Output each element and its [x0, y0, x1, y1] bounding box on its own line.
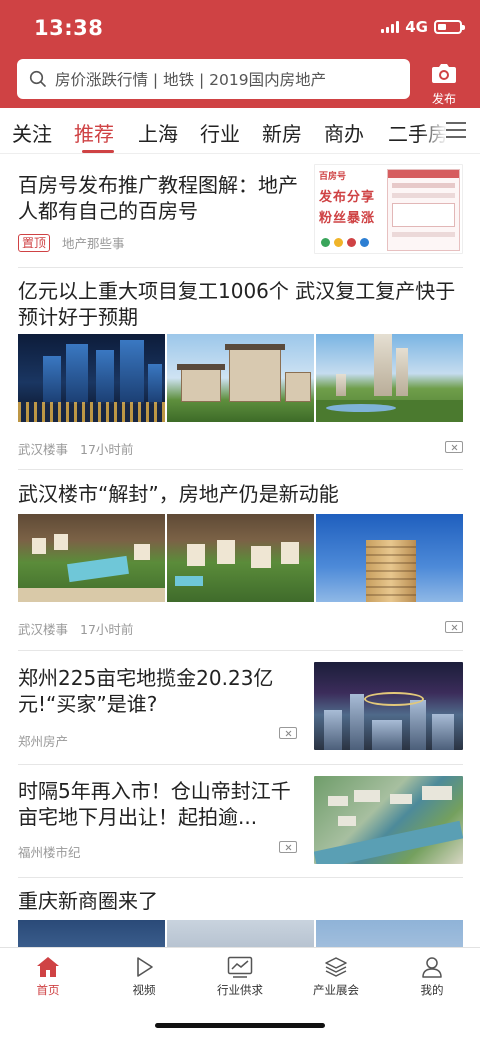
article-thumbnail[interactable] — [314, 776, 463, 864]
camera-icon — [432, 64, 456, 83]
battery-icon — [434, 20, 465, 34]
nav-profile[interactable]: 我的 — [384, 948, 480, 1003]
divider — [18, 267, 463, 268]
article-meta: 郑州房产 — [18, 731, 298, 750]
divider — [18, 764, 463, 765]
article-title: 时隔5年再入市！仓山帝封江千亩宅地下月出让！起拍逾... — [18, 779, 291, 829]
nav-supply-demand[interactable]: 行业供求 — [192, 948, 288, 1003]
image-gallery[interactable] — [18, 514, 463, 602]
promo-logo: 百房号 — [319, 172, 347, 182]
dismiss-icon[interactable] — [279, 727, 297, 739]
article-source: 武汉楼事 — [18, 442, 69, 457]
article-title: 郑州225亩宅地揽金20.23亿元!“买家”是谁? — [18, 666, 274, 716]
signal-icon — [381, 21, 400, 33]
article-thumbnail[interactable]: 百房号 发布分享 粉丝暴涨 — [314, 164, 463, 254]
user-icon — [422, 957, 442, 978]
tab-recommend[interactable]: 推荐 — [74, 118, 114, 147]
network-type: 4G — [405, 18, 428, 36]
app-header: 13:38 4G 房价涨跌行情 | 地铁 | 2019国内房地产 发布 — [0, 0, 480, 108]
play-icon — [137, 957, 153, 977]
dismiss-icon[interactable] — [279, 841, 297, 853]
article-source: 地产那些事 — [62, 236, 125, 251]
dismiss-icon[interactable] — [445, 621, 463, 633]
article-image — [18, 334, 165, 422]
nav-label: 行业供求 — [217, 983, 263, 997]
list-item[interactable]: 武汉楼市“解封”，房地产仍是新动能 — [18, 481, 463, 507]
article-image — [18, 514, 165, 602]
article-thumbnail[interactable] — [314, 662, 463, 750]
image-gallery[interactable] — [18, 920, 463, 947]
article-image — [316, 334, 463, 422]
active-tab-indicator — [82, 150, 114, 153]
article-time: 17小时前 — [80, 442, 134, 457]
article-meta: 武汉楼事 17小时前 — [18, 619, 133, 638]
search-placeholder: 房价涨跌行情 | 地铁 | 2019国内房地产 — [55, 71, 327, 89]
nav-label: 我的 — [420, 983, 444, 997]
nav-label: 产业展会 — [313, 983, 359, 997]
nav-label: 首页 — [36, 983, 60, 997]
status-time: 13:38 — [34, 16, 104, 40]
publish-label: 发布 — [431, 92, 456, 106]
list-item[interactable]: 时隔5年再入市！仓山帝封江千亩宅地下月出让！起拍逾... 福州楼市纪 — [18, 778, 298, 861]
article-image — [167, 514, 314, 602]
home-indicator — [155, 1023, 325, 1028]
divider — [18, 877, 463, 878]
article-meta: 武汉楼事 17小时前 — [18, 439, 133, 458]
list-item[interactable]: 亿元以上重大项目复工1006个 武汉复工复产快于预计好于预期 — [18, 278, 463, 330]
promo-headline-1: 发布分享 — [319, 190, 376, 205]
nav-expo[interactable]: 产业展会 — [288, 948, 384, 1003]
article-source: 武汉楼事 — [18, 622, 69, 637]
divider — [18, 469, 463, 470]
divider — [18, 650, 463, 651]
nav-video[interactable]: 视频 — [96, 948, 192, 1003]
article-title: 重庆新商圈来了 — [18, 889, 158, 913]
nav-label: 视频 — [132, 983, 156, 997]
article-image — [316, 920, 463, 947]
article-meta: 置顶 地产那些事 — [18, 233, 298, 252]
image-gallery[interactable] — [18, 334, 463, 422]
promo-headline-2: 粉丝暴涨 — [319, 211, 376, 226]
article-title: 百房号发布推广教程图解：地产人都有自己的百房号 — [18, 173, 298, 223]
tab-industry[interactable]: 行业 — [200, 118, 240, 147]
home-icon — [37, 957, 59, 977]
layers-icon — [325, 957, 347, 977]
article-meta: 福州楼市纪 — [18, 842, 298, 861]
tab-commercial[interactable]: 商办 — [324, 118, 364, 147]
article-time: 17小时前 — [80, 622, 134, 637]
status-indicators: 4G — [381, 18, 465, 36]
article-image — [18, 920, 165, 947]
article-title: 亿元以上重大项目复工1006个 武汉复工复产快于预计好于预期 — [18, 279, 456, 329]
article-source: 郑州房产 — [18, 734, 69, 749]
article-source: 福州楼市纪 — [18, 845, 81, 860]
news-feed: 百房号发布推广教程图解：地产人都有自己的百房号 置顶 地产那些事 百房号 发布分… — [0, 155, 480, 947]
tab-new-homes[interactable]: 新房 — [262, 118, 302, 147]
bottom-navigation: 首页 视频 行业供求 产业展会 我的 — [0, 947, 480, 1003]
chart-icon — [227, 956, 253, 978]
tab-follow[interactable]: 关注 — [12, 118, 52, 147]
tab-shanghai[interactable]: 上海 — [138, 118, 178, 147]
list-item[interactable]: 重庆新商圈来了 — [18, 888, 463, 914]
search-icon — [29, 70, 46, 87]
menu-icon[interactable] — [446, 122, 466, 138]
article-image — [316, 514, 463, 602]
article-image — [167, 920, 314, 947]
article-image — [167, 334, 314, 422]
publish-button[interactable]: 发布 — [424, 62, 464, 107]
dismiss-icon[interactable] — [445, 441, 463, 453]
category-tabs: 关注 推荐 上海 行业 新房 商办 二手房 — [0, 108, 480, 154]
article-title: 武汉楼市“解封”，房地产仍是新动能 — [18, 482, 339, 506]
list-item[interactable]: 百房号发布推广教程图解：地产人都有自己的百房号 置顶 地产那些事 — [18, 172, 298, 252]
list-item[interactable]: 郑州225亩宅地揽金20.23亿元!“买家”是谁? 郑州房产 — [18, 665, 298, 750]
search-bar[interactable]: 房价涨跌行情 | 地铁 | 2019国内房地产 — [17, 59, 410, 99]
pinned-badge: 置顶 — [18, 233, 51, 252]
nav-home[interactable]: 首页 — [0, 948, 96, 1003]
